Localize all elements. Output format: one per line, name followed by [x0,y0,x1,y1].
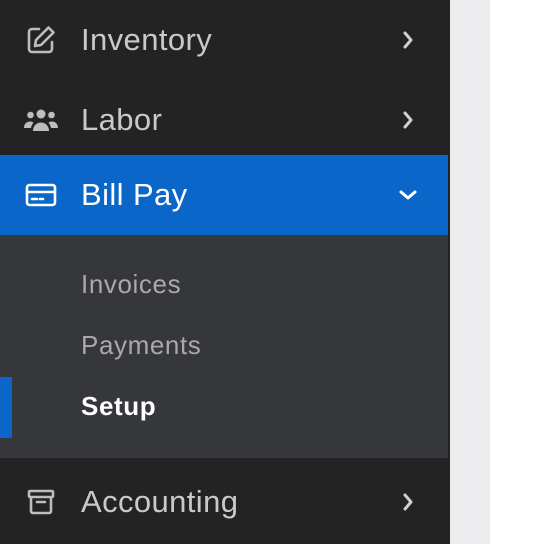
chevron-down-icon [396,183,420,207]
credit-card-icon [24,178,58,212]
sidebar-item-inventory[interactable]: Inventory [0,0,448,80]
sidebar-item-accounting[interactable]: Accounting [0,462,448,542]
sidebar-item-label: Inventory [81,22,213,57]
submenu-item-invoices[interactable]: Invoices [81,269,181,300]
archive-icon [24,485,58,519]
active-indicator [0,377,12,438]
sidebar-item-label: Labor [81,102,163,137]
chevron-right-icon [396,108,420,132]
content-area-edge [450,0,490,544]
chevron-right-icon [396,490,420,514]
sidebar-item-labor[interactable]: Labor [0,80,448,160]
submenu-item-setup[interactable]: Setup [81,391,156,422]
sidebar-item-label: Accounting [81,484,239,519]
sidebar: Inventory Labor Bill Pay Invoices Paymen… [0,0,450,544]
sidebar-item-bill-pay[interactable]: Bill Pay [0,155,448,235]
chevron-right-icon [396,28,420,52]
users-icon [24,103,58,137]
edit-icon [24,23,58,57]
sidebar-item-label: Bill Pay [81,177,188,212]
bill-pay-submenu: Invoices Payments Setup [0,235,448,458]
submenu-item-payments[interactable]: Payments [81,330,201,361]
